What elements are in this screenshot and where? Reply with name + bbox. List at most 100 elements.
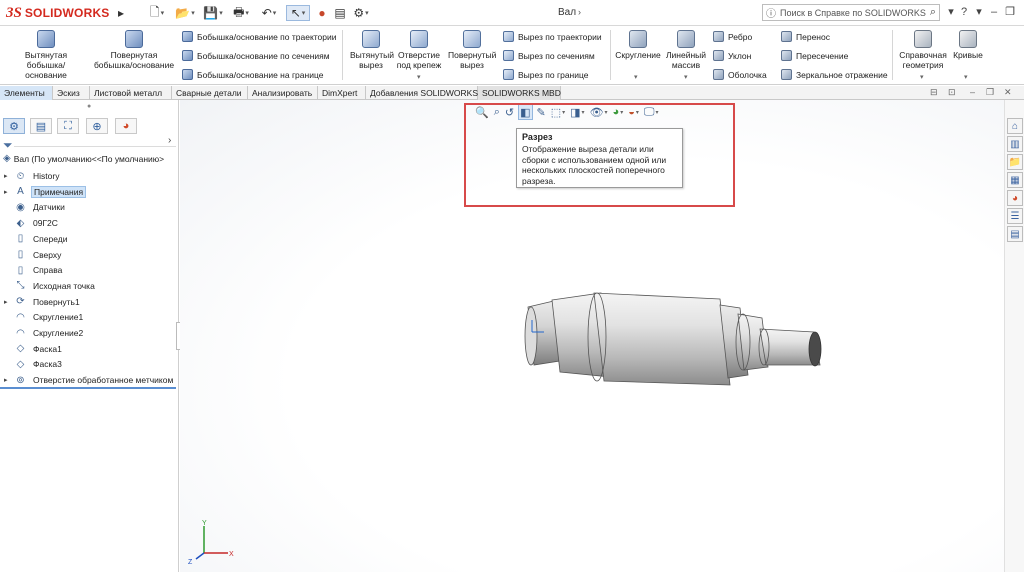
hole-wizard-dropdown-icon[interactable]: ▾: [417, 73, 421, 81]
tree-item[interactable]: ◠ Скругление2: [4, 326, 85, 340]
tree-item[interactable]: ⤡ Исходная точка: [4, 279, 97, 293]
minimize-icon[interactable]: –: [987, 5, 1001, 19]
tree-item[interactable]: ▯ Сверху: [4, 248, 63, 262]
reference-geometry-dropdown-icon[interactable]: ▾: [920, 73, 924, 81]
tab-features[interactable]: Элементы: [0, 86, 53, 100]
undo-button[interactable]: ↶ ▾: [258, 5, 280, 21]
curves-button[interactable]: Кривые: [950, 30, 986, 60]
swept-cut-button[interactable]: Вырез по траектории: [503, 31, 602, 42]
tree-item[interactable]: ▸ A Примечания: [4, 185, 87, 199]
expand-menu-icon[interactable]: ▸: [116, 5, 126, 21]
wrap-button[interactable]: Перенос: [781, 31, 830, 42]
hole-wizard-button[interactable]: Отверстие под крепеж: [396, 30, 442, 70]
tree-item-label: Фаска3: [33, 359, 62, 370]
forum-icon[interactable]: ▤: [1007, 226, 1023, 242]
doc-restore-icon[interactable]: ❐: [986, 87, 994, 98]
linear-pattern-dropdown-icon[interactable]: ▾: [684, 73, 688, 81]
options-gear-icon[interactable]: ⚙ ▾: [350, 5, 372, 21]
rebuild-icon[interactable]: ●: [316, 5, 328, 21]
boundary-cut-button[interactable]: Вырез по границе: [503, 69, 589, 80]
propertymanager-tab-icon[interactable]: ▤: [30, 118, 52, 134]
expand-arrow-icon[interactable]: ▸: [4, 172, 14, 180]
solidworks-resources-icon[interactable]: ⌂: [1007, 118, 1023, 134]
help-search-input[interactable]: ⓘ Поиск в Справке по SOLIDWORKS ⌕: [762, 4, 940, 21]
dimxpertmanager-tab-icon[interactable]: ⊕: [86, 118, 108, 134]
draft-icon: [713, 50, 724, 61]
tree-item[interactable]: ▸ ⟳ Повернуть1: [4, 295, 82, 309]
tree-item[interactable]: ▯ Справа: [4, 263, 64, 277]
tab-scroll-right-icon[interactable]: ›: [168, 135, 171, 146]
swept-cut-icon: [503, 31, 514, 42]
doc-close-icon[interactable]: ✕: [1004, 87, 1012, 98]
custom-properties-icon[interactable]: ☰: [1007, 208, 1023, 224]
open-button[interactable]: 📂 ▾: [174, 5, 196, 21]
linear-pattern-button[interactable]: Линейный массив: [664, 30, 708, 70]
displaymanager-tab-icon[interactable]: ◕: [115, 118, 137, 134]
doc-minimize-icon[interactable]: –: [970, 87, 975, 97]
tree-item[interactable]: ⬖ 09Г2С: [4, 216, 60, 230]
design-library-icon[interactable]: ▥: [1007, 136, 1023, 152]
intersect-button[interactable]: Пересечение: [781, 50, 848, 61]
viewport-icon[interactable]: ⊟: [930, 87, 938, 98]
tab-evaluate[interactable]: Анализировать: [248, 86, 318, 100]
tree-item[interactable]: ▸ ⏲ History: [4, 169, 61, 183]
view-palette-icon[interactable]: ▦: [1007, 172, 1023, 188]
search-icon[interactable]: ⌕: [930, 6, 936, 19]
command-tabs: Элементы Эскиз Листовой металл Сварные д…: [0, 86, 1024, 100]
mirror-button[interactable]: Зеркальное отражение: [781, 69, 888, 80]
filter-icon[interactable]: ⏷: [3, 138, 13, 153]
revolved-boss-button[interactable]: Повернутая бобышка/основание: [92, 30, 176, 70]
tab-sheet-metal[interactable]: Листовой металл: [90, 86, 172, 100]
tab-weldments[interactable]: Сварные детали: [172, 86, 248, 100]
expand-arrow-icon[interactable]: ▸: [4, 188, 14, 196]
tab-solidworks-mbd[interactable]: SOLIDWORKS MBD: [478, 86, 561, 100]
tab-dimxpert[interactable]: DimXpert: [318, 86, 366, 100]
tree-root-part[interactable]: ◈ Вал (По умолчанию<<По умолчанию>: [3, 153, 164, 164]
restore-icon[interactable]: ❐: [1003, 5, 1017, 19]
revolved-boss-icon: [125, 30, 143, 48]
new-document-button[interactable]: 🗋 ▾: [146, 5, 168, 21]
search-dropdown-icon[interactable]: ▾: [944, 5, 958, 19]
tree-item[interactable]: ▯ Спереди: [4, 232, 69, 246]
tree-item[interactable]: ▸ ⊚ Отверстие обработанное метчиком: [4, 373, 175, 387]
revolved-cut-button[interactable]: Повернутый вырез: [448, 30, 496, 70]
curves-dropdown-icon[interactable]: ▾: [964, 73, 968, 81]
draft-button[interactable]: Уклон: [713, 50, 751, 61]
tree-horizontal-scrollbar[interactable]: [0, 387, 176, 389]
expand-arrow-icon[interactable]: ▸: [4, 298, 14, 306]
file-properties-icon[interactable]: ▤: [334, 5, 346, 21]
tree-item[interactable]: ◉ Датчики: [4, 200, 67, 214]
tab-sketch[interactable]: Эскиз: [53, 86, 90, 100]
filter-input[interactable]: [14, 146, 176, 147]
extruded-boss-button[interactable]: Вытянутая бобышка/основание: [6, 30, 86, 80]
shell-button[interactable]: Оболочка: [713, 69, 767, 80]
tree-item[interactable]: ◠ Скругление1: [4, 310, 85, 324]
tree-item[interactable]: ◇ Фаска1: [4, 342, 64, 356]
fillet-dropdown-icon[interactable]: ▾: [634, 73, 638, 81]
reference-geometry-button[interactable]: Справочная геометрия: [896, 30, 950, 70]
help-dropdown-icon[interactable]: ▾: [972, 5, 986, 19]
fillet-button[interactable]: Скругление: [614, 30, 662, 60]
select-button[interactable]: ↖ ▾: [286, 5, 310, 21]
help-question-icon[interactable]: ?: [957, 5, 971, 19]
configurationmanager-tab-icon[interactable]: ⛶: [57, 118, 79, 134]
solidworks-logo[interactable]: 3S SOLIDWORKS: [6, 4, 110, 22]
hole-wizard-icon: [410, 30, 428, 48]
rib-button[interactable]: Ребро: [713, 31, 752, 42]
print-button[interactable]: 🖶 ▾: [230, 5, 252, 21]
extruded-cut-button[interactable]: Вытянутый вырез: [350, 30, 394, 70]
tab-solidworks-addins[interactable]: Добавления SOLIDWORKS: [366, 86, 478, 100]
appearances-icon[interactable]: ◕: [1007, 190, 1023, 206]
lofted-cut-button[interactable]: Вырез по сечениям: [503, 50, 595, 61]
viewport-split-icon[interactable]: ⊡: [948, 87, 956, 98]
save-button[interactable]: 💾 ▾: [202, 5, 224, 21]
boundary-boss-button[interactable]: Бобышка/основание на границе: [182, 69, 323, 80]
file-explorer-icon[interactable]: 📁: [1007, 154, 1023, 170]
expand-arrow-icon[interactable]: ▸: [4, 376, 14, 384]
revolved-boss-label: Повернутая бобышка/основание: [93, 50, 175, 70]
featuremanager-tab-icon[interactable]: ⚙: [3, 118, 25, 134]
lofted-boss-button[interactable]: Бобышка/основание по сечениям: [182, 50, 330, 61]
swept-boss-button[interactable]: Бобышка/основание по траектории: [182, 31, 337, 42]
panel-grip-icon[interactable]: ●: [87, 103, 91, 110]
tree-item[interactable]: ◇ Фаска3: [4, 357, 64, 371]
